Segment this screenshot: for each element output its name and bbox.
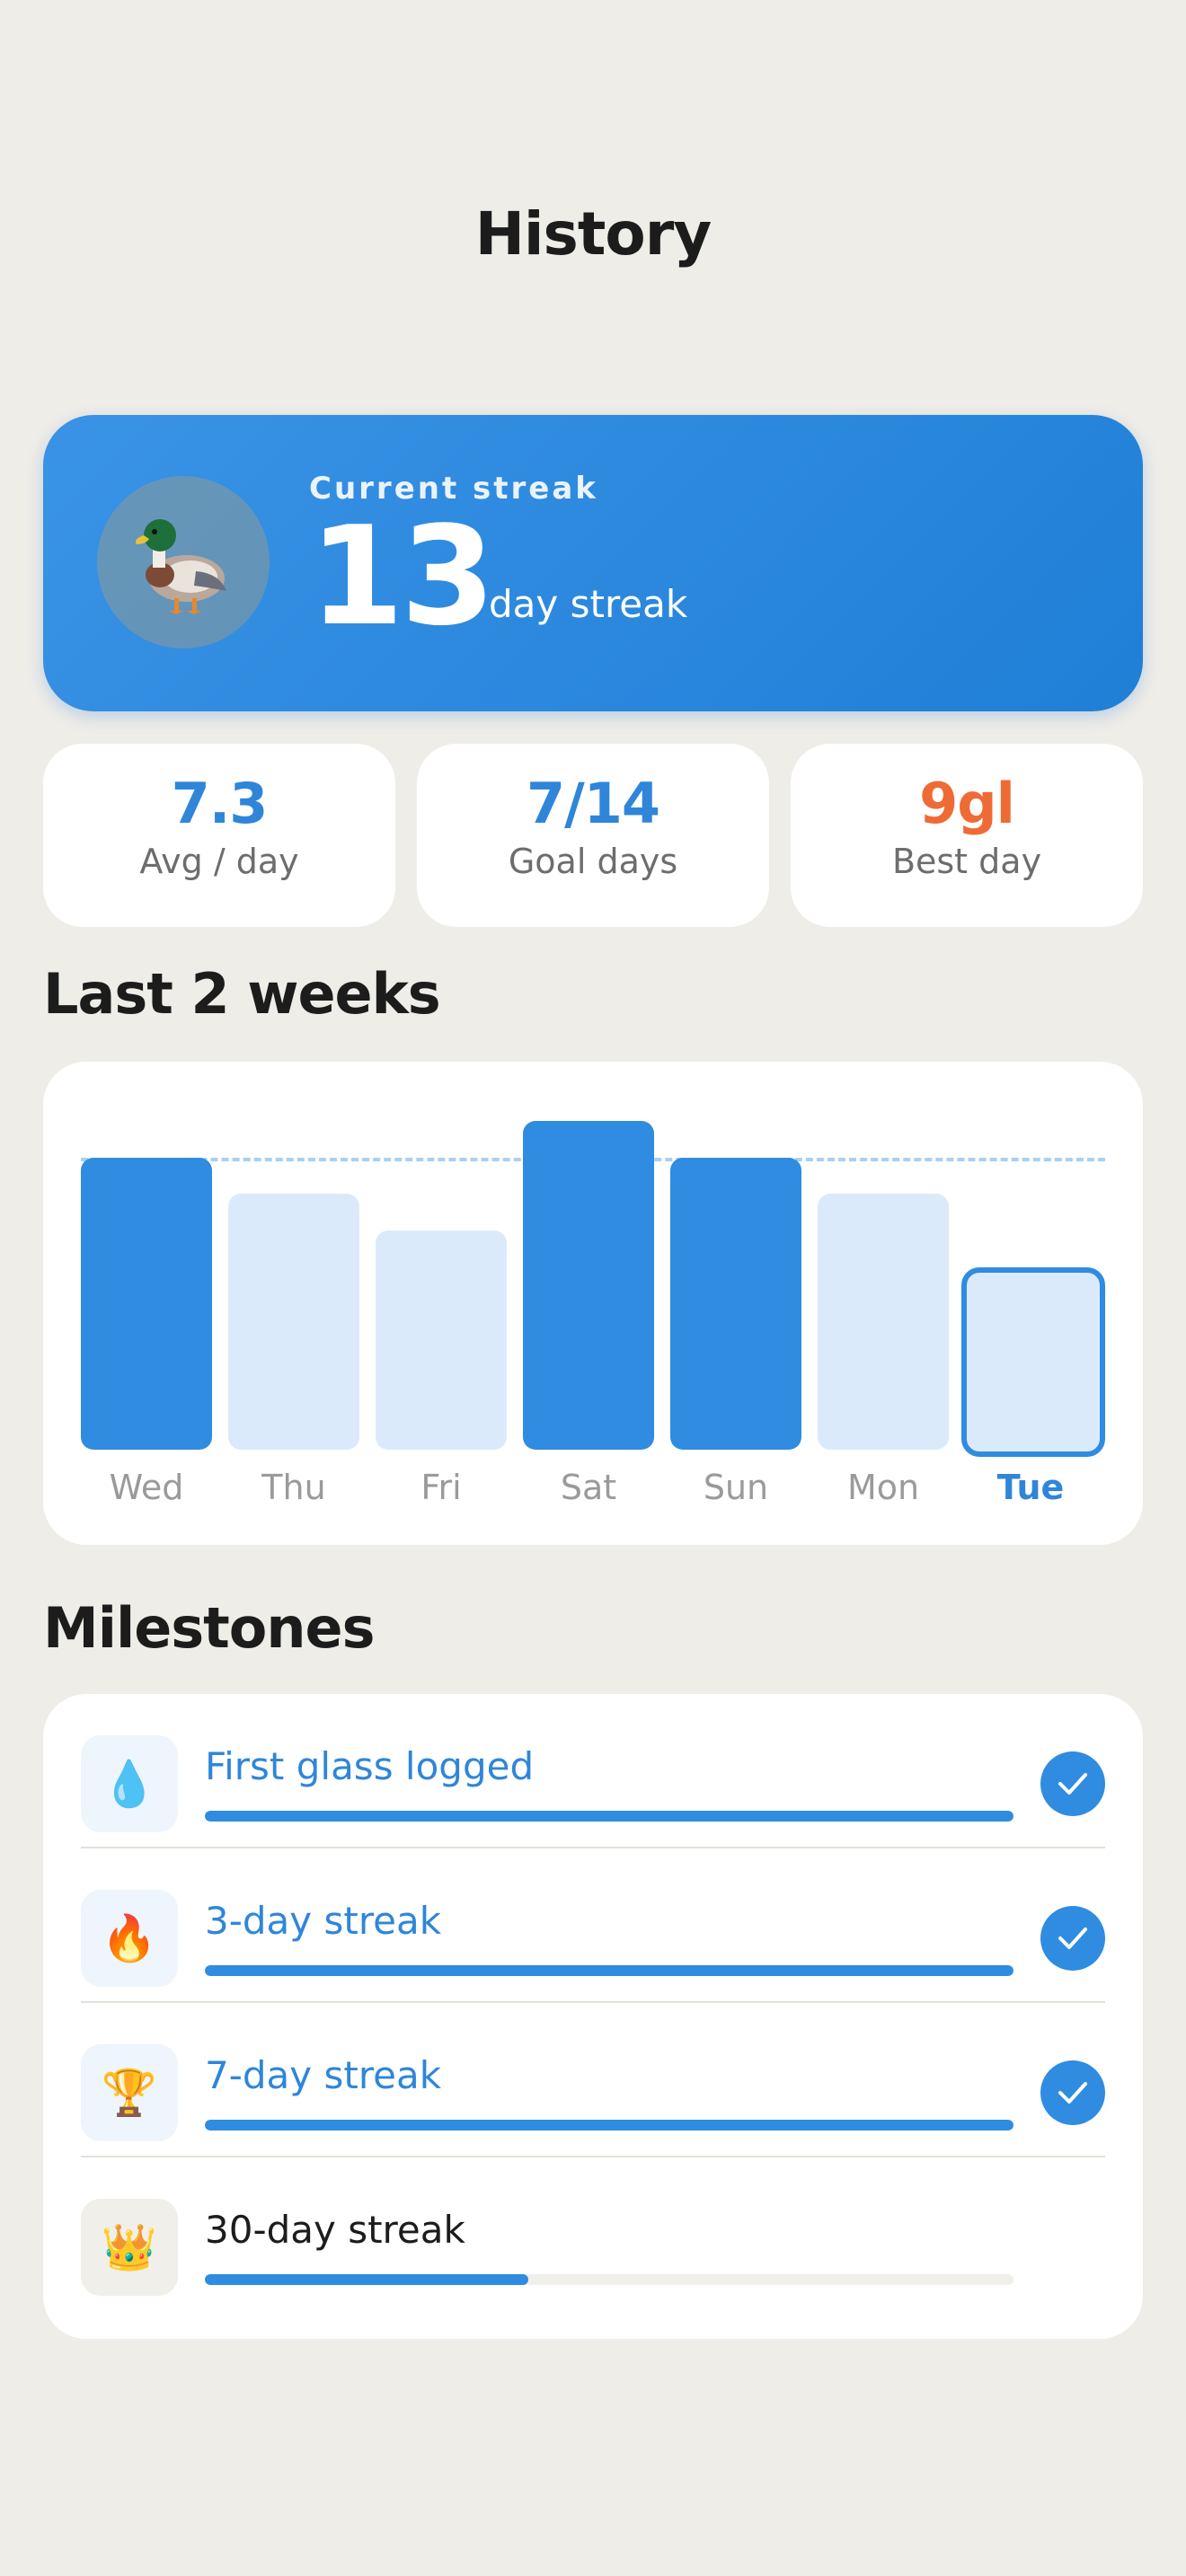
duck-icon bbox=[136, 519, 226, 614]
chart-bar-thu[interactable] bbox=[228, 1194, 359, 1450]
crown-icon: 👑 bbox=[81, 2199, 178, 2296]
trophy-icon: 🏆 bbox=[81, 2044, 178, 2141]
milestones-card: 💧 First glass logged 🔥 3-day streak 🏆 7-… bbox=[43, 1694, 1143, 2339]
stat-label: Best day bbox=[891, 842, 1042, 881]
check-icon bbox=[1040, 1906, 1105, 1971]
stat-value: 9gl bbox=[919, 771, 1015, 836]
weekly-chart: Wed Thu Fri Sat Sun Mon Tue bbox=[43, 1062, 1143, 1545]
chart-day-label: Sun bbox=[703, 1468, 769, 1507]
fire-icon: 🔥 bbox=[81, 1890, 178, 1987]
chart-day-label: Thu bbox=[261, 1468, 326, 1507]
milestone-label: 3-day streak bbox=[205, 1899, 442, 1943]
streak-card: Current streak 13 day streak bbox=[43, 415, 1143, 711]
chart-bar-fri[interactable] bbox=[376, 1231, 507, 1450]
page-title: History bbox=[474, 199, 712, 269]
milestone-item: 👑 30-day streak bbox=[81, 2157, 1105, 2312]
milestone-progress bbox=[205, 2274, 1013, 2285]
streak-suffix: day streak bbox=[489, 582, 688, 626]
chart-day-label: Wed bbox=[109, 1468, 184, 1507]
chart-day-label: Mon bbox=[846, 1468, 920, 1507]
milestone-label: First glass logged bbox=[205, 1744, 535, 1788]
chart-bar-mon[interactable] bbox=[818, 1194, 949, 1450]
chart-section-title: Last 2 weeks bbox=[43, 961, 441, 1027]
check-icon bbox=[1040, 2060, 1105, 2125]
stat-label: Avg / day bbox=[139, 842, 299, 881]
milestone-progress bbox=[205, 1811, 1013, 1822]
chart-day-label: Sat bbox=[560, 1468, 617, 1507]
milestone-label: 7-day streak bbox=[205, 2053, 442, 2097]
stat-value: 7.3 bbox=[171, 771, 269, 836]
milestone-progress bbox=[205, 1965, 1013, 1976]
stat-value: 7/14 bbox=[526, 771, 660, 836]
duck-avatar bbox=[97, 476, 270, 648]
milestone-progress bbox=[205, 2120, 1013, 2130]
milestones-section-title: Milestones bbox=[43, 1595, 375, 1661]
droplet-icon: 💧 bbox=[81, 1735, 178, 1832]
chart-bar-wed[interactable] bbox=[81, 1157, 212, 1450]
chart-bar-tue[interactable] bbox=[961, 1266, 1105, 1457]
stat-best-day: 9gl Best day bbox=[791, 744, 1143, 927]
chart-day-label: Fri bbox=[420, 1468, 462, 1507]
stat-label: Goal days bbox=[508, 842, 678, 881]
stat-goal-days: 7/14 Goal days bbox=[417, 744, 769, 927]
milestone-item: 💧 First glass logged bbox=[81, 1694, 1105, 1848]
milestone-item: 🔥 3-day streak bbox=[81, 1848, 1105, 2003]
streak-count: 13 bbox=[309, 497, 496, 656]
check-icon bbox=[1040, 1751, 1105, 1816]
chart-day-label: Tue bbox=[996, 1468, 1065, 1507]
milestone-label: 30-day streak bbox=[205, 2208, 465, 2252]
chart-bar-sat[interactable] bbox=[523, 1121, 654, 1450]
milestone-item: 🏆 7-day streak bbox=[81, 2003, 1105, 2157]
stat-avg-per-day: 7.3 Avg / day bbox=[43, 744, 395, 927]
chart-bar-sun[interactable] bbox=[670, 1157, 801, 1450]
